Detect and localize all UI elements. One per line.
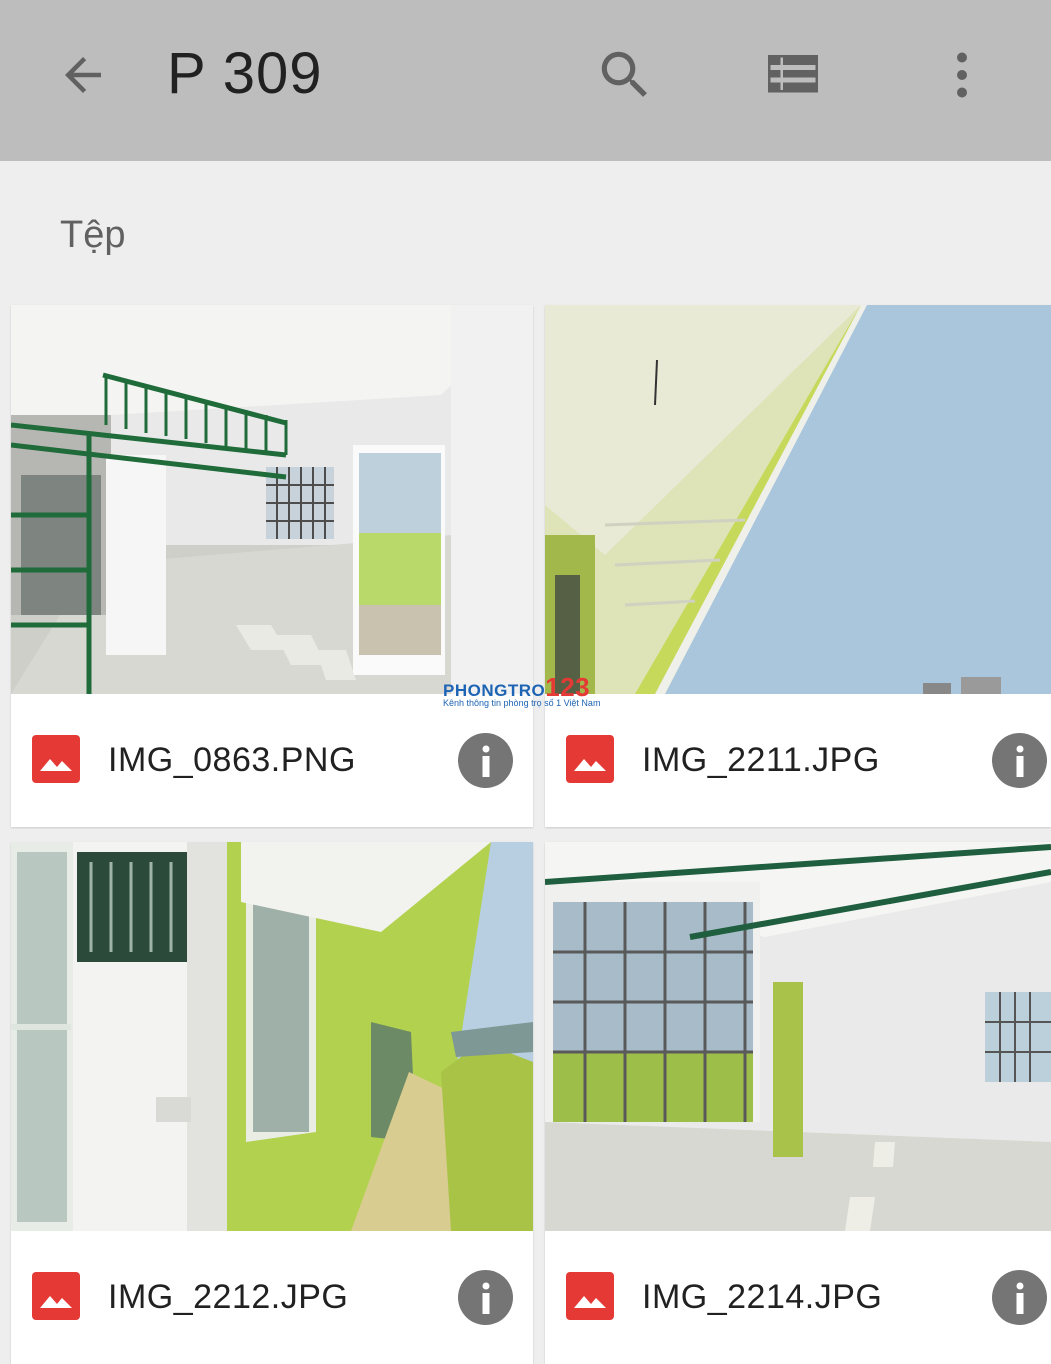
- image-file-icon: [32, 1272, 80, 1320]
- image-file-icon: [566, 735, 614, 783]
- file-card[interactable]: IMG_2211.JPG: [545, 305, 1051, 827]
- file-footer: IMG_2214.JPG: [545, 1231, 1051, 1364]
- arrow-back-icon: [65, 57, 101, 93]
- app-bar: P 309: [0, 0, 1051, 161]
- file-info-button[interactable]: [458, 1270, 513, 1325]
- info-icon: [1016, 745, 1023, 777]
- list-view-button[interactable]: [758, 40, 828, 110]
- watermark-logo: PHONGTRO123 Kênh thông tin phòng trọ số …: [443, 672, 613, 712]
- info-icon: [1016, 1282, 1023, 1314]
- folder-title: P 309: [167, 41, 323, 106]
- file-card[interactable]: IMG_2214.JPG: [545, 842, 1051, 1364]
- section-label-files: Tệp: [60, 214, 126, 256]
- file-thumbnail[interactable]: [11, 842, 533, 1231]
- file-footer: IMG_2212.JPG: [11, 1231, 533, 1364]
- file-thumbnail[interactable]: [11, 305, 533, 694]
- more-vert-icon: [957, 52, 967, 98]
- file-name: IMG_2214.JPG: [642, 1278, 883, 1316]
- file-card[interactable]: IMG_2212.JPG: [11, 842, 533, 1364]
- file-footer: IMG_0863.PNG: [11, 694, 533, 827]
- watermark-tagline: Kênh thông tin phòng trọ số 1 Việt Nam: [443, 698, 601, 708]
- file-card[interactable]: IMG_0863.PNG: [11, 305, 533, 827]
- info-icon: [482, 1282, 489, 1314]
- search-button[interactable]: [590, 40, 660, 110]
- file-name: IMG_2211.JPG: [642, 741, 880, 779]
- file-footer: IMG_2211.JPG: [545, 694, 1051, 827]
- back-button[interactable]: [50, 40, 116, 110]
- file-thumbnail[interactable]: [545, 305, 1051, 694]
- image-file-icon: [566, 1272, 614, 1320]
- view-list-icon: [768, 55, 818, 93]
- file-info-button[interactable]: [992, 733, 1047, 788]
- image-file-icon: [32, 735, 80, 783]
- file-name: IMG_0863.PNG: [108, 741, 356, 779]
- file-info-button[interactable]: [458, 733, 513, 788]
- search-icon: [601, 51, 647, 97]
- more-options-button[interactable]: [927, 40, 997, 110]
- file-info-button[interactable]: [992, 1270, 1047, 1325]
- file-thumbnail[interactable]: [545, 842, 1051, 1231]
- file-name: IMG_2212.JPG: [108, 1278, 349, 1316]
- info-icon: [482, 745, 489, 777]
